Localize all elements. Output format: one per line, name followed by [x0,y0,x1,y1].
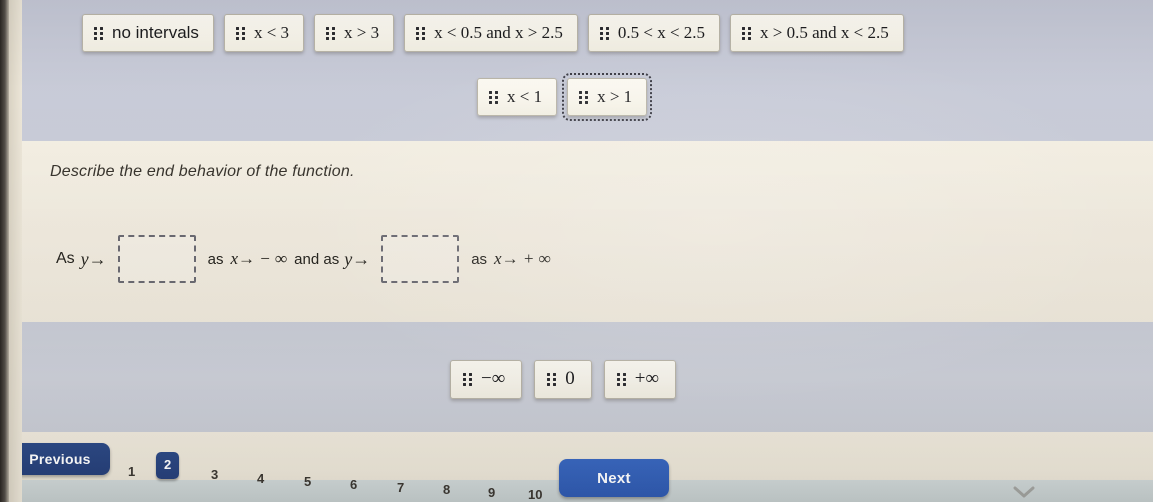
answer-tile-label: +∞ [634,368,660,389]
page-number-1[interactable]: 1 [128,464,135,479]
interval-tile-label: 0.5 < x < 2.5 [617,23,706,42]
interval-tile-label: x < 1 [507,87,543,106]
interval-tile-x-lt-half-or-x-gt-2-5[interactable]: x < 0.5 and x > 2.5 [404,14,578,52]
end-behavior-answer-bank: −∞ 0 +∞ [22,322,1153,432]
sentence-lead: As [56,250,75,267]
sentence-conjunction: and as [294,250,340,268]
drag-handle-icon[interactable] [547,372,557,386]
drop-zone-1[interactable] [117,235,196,283]
limit-x-to-pos-inf: x→ + ∞ [494,249,551,268]
limit-x-to-neg-inf: x→ − ∞ [230,249,288,268]
interval-tile-label: x > 3 [344,23,380,42]
page-number-5[interactable]: 5 [304,474,311,489]
next-button[interactable]: Next [559,459,669,497]
page-left-edge [0,0,9,502]
interval-tile-x-gt-half-and-x-lt-2-5[interactable]: x > 0.5 and x < 2.5 [730,14,904,52]
answer-tile-positive-infinity[interactable]: +∞ [603,360,677,399]
interval-tile-x-lt-1[interactable]: x < 1 [477,78,558,116]
drag-handle-icon[interactable] [579,90,589,104]
chevron-down-icon[interactable] [1013,486,1035,498]
answer-tile-zero[interactable]: 0 [534,360,592,399]
question-instruction: Describe the end behavior of the functio… [50,163,355,180]
drag-handle-icon[interactable] [235,26,245,40]
answer-tile-label: −∞ [481,368,506,389]
page-number-6[interactable]: 6 [350,477,357,492]
interval-tile-label: x > 1 [597,87,633,106]
drag-handle-icon[interactable] [326,26,336,40]
pagination-bar: Previous 1 2 3 4 5 6 7 8 9 10 Next [0,432,1153,502]
answer-tile-label: 0 [565,368,575,389]
instruction-band: Describe the end behavior of the functio… [22,141,1153,210]
end-behavior-sentence: As y→ as x→ − ∞ and as y→ as x→ + ∞ [56,235,555,283]
drag-handle-icon[interactable] [616,372,626,386]
drag-handle-icon[interactable] [463,372,472,386]
interval-tile-x-lt-3[interactable]: x < 3 [223,14,305,52]
sentence-as-1: as [207,250,224,268]
answer-sentence-band: As y→ as x→ − ∞ and as y→ as x→ + ∞ [22,209,1153,322]
page-number-8[interactable]: 8 [443,482,450,497]
page-left-margin [9,0,22,502]
page-number-list: 1 2 3 4 5 6 7 8 9 10 [120,446,550,502]
interval-tile-x-gt-3[interactable]: x > 3 [314,14,395,52]
drag-handle-icon[interactable] [599,26,609,40]
page-number-2[interactable]: 2 [156,452,180,479]
interval-bank-row-2: x < 1 x > 1 [477,73,653,121]
answer-bank-row: −∞ 0 +∞ [450,360,677,399]
answer-tile-negative-infinity[interactable]: −∞ [450,360,523,399]
interval-tile-no-intervals[interactable]: no intervals [82,14,214,52]
interval-tile-label: x > 0.5 and x < 2.5 [760,23,889,42]
drag-handle-icon[interactable] [489,90,498,104]
interval-tile-label: no intervals [112,23,199,42]
page-number-7[interactable]: 7 [397,480,404,495]
sentence-as-2: as [471,250,488,268]
page-number-4[interactable]: 4 [257,471,264,486]
interval-tile-label: x < 3 [253,23,290,42]
interval-tile-half-lt-x-lt-2-5[interactable]: 0.5 < x < 2.5 [587,14,721,52]
page-number-3[interactable]: 3 [211,467,218,482]
interval-answer-bank: no intervals x < 3 x > 3 x < 0.5 and x >… [22,0,1153,141]
y-arrow-2: y→ [344,248,371,269]
drag-handle-icon[interactable] [94,26,103,40]
interval-bank-row-1: no intervals x < 3 x > 3 x < 0.5 and x >… [82,14,904,52]
y-arrow-1: y→ [80,248,107,269]
drag-handle-icon[interactable] [416,26,426,40]
interval-tile-x-gt-1[interactable]: x > 1 [562,73,653,121]
drop-zone-2[interactable] [381,235,460,283]
interval-tile-label: x < 0.5 and x > 2.5 [434,23,563,42]
previous-button[interactable]: Previous [10,443,110,475]
drag-handle-icon[interactable] [742,26,752,40]
worksheet-page: no intervals x < 3 x > 3 x < 0.5 and x >… [0,0,1153,502]
page-number-10[interactable]: 10 [528,487,542,502]
page-number-9[interactable]: 9 [488,485,495,500]
